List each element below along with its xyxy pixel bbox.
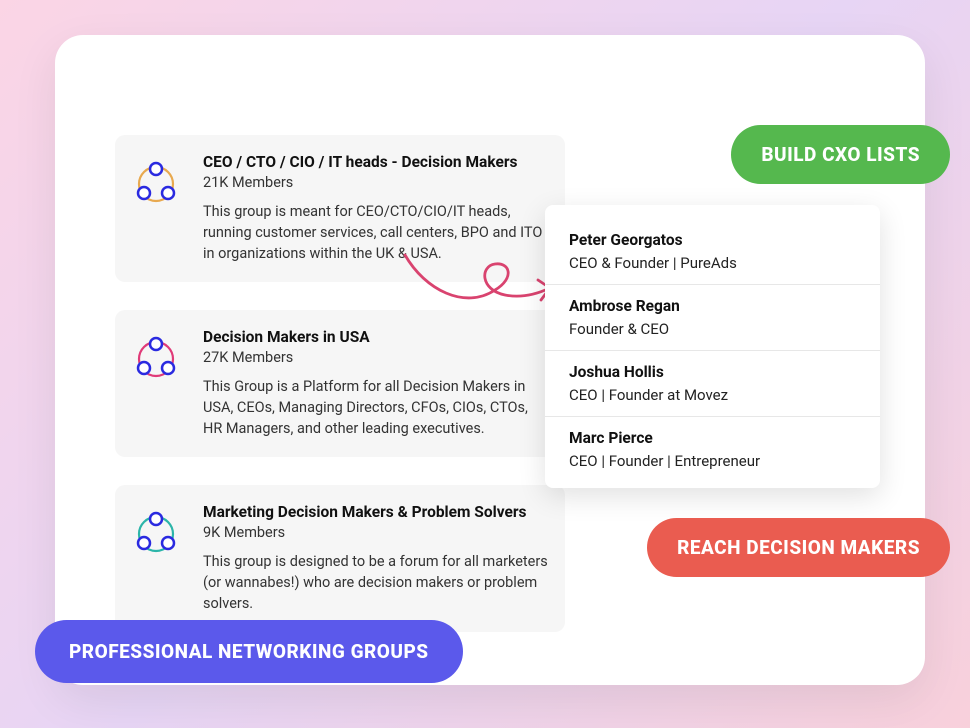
group-icon bbox=[131, 332, 181, 382]
group-item[interactable]: CEO / CTO / CIO / IT heads - Decision Ma… bbox=[115, 135, 565, 282]
person-item[interactable]: Marc Pierce CEO | Founder | Entrepreneur bbox=[545, 417, 880, 482]
group-title: Marketing Decision Makers & Problem Solv… bbox=[203, 503, 549, 521]
group-description: This group is designed to be a forum for… bbox=[203, 551, 549, 614]
group-icon bbox=[131, 157, 181, 207]
groups-list: CEO / CTO / CIO / IT heads - Decision Ma… bbox=[115, 135, 565, 632]
person-name: Peter Georgatos bbox=[569, 231, 856, 249]
group-text: CEO / CTO / CIO / IT heads - Decision Ma… bbox=[203, 153, 549, 264]
people-panel: Peter Georgatos CEO & Founder | PureAds … bbox=[545, 205, 880, 488]
person-title: CEO | Founder at Movez bbox=[569, 386, 856, 404]
person-item[interactable]: Joshua Hollis CEO | Founder at Movez bbox=[545, 351, 880, 417]
person-name: Joshua Hollis bbox=[569, 363, 856, 381]
group-item[interactable]: Marketing Decision Makers & Problem Solv… bbox=[115, 485, 565, 632]
build-cxo-button[interactable]: BUILD CXO LISTS bbox=[731, 125, 950, 184]
group-description: This group is meant for CEO/CTO/CIO/IT h… bbox=[203, 201, 549, 264]
networking-groups-label[interactable]: PROFESSIONAL NETWORKING GROUPS bbox=[35, 620, 463, 683]
person-item[interactable]: Peter Georgatos CEO & Founder | PureAds bbox=[545, 219, 880, 285]
group-members: 27K Members bbox=[203, 349, 549, 366]
group-title: CEO / CTO / CIO / IT heads - Decision Ma… bbox=[203, 153, 549, 171]
person-title: Founder & CEO bbox=[569, 320, 856, 338]
group-members: 21K Members bbox=[203, 174, 549, 191]
group-item[interactable]: Decision Makers in USA 27K Members This … bbox=[115, 310, 565, 457]
reach-decision-button[interactable]: REACH DECISION MAKERS bbox=[647, 518, 950, 577]
group-text: Marketing Decision Makers & Problem Solv… bbox=[203, 503, 549, 614]
person-name: Marc Pierce bbox=[569, 429, 856, 447]
group-icon bbox=[131, 507, 181, 557]
group-text: Decision Makers in USA 27K Members This … bbox=[203, 328, 549, 439]
group-title: Decision Makers in USA bbox=[203, 328, 549, 346]
person-title: CEO | Founder | Entrepreneur bbox=[569, 452, 856, 470]
person-title: CEO & Founder | PureAds bbox=[569, 254, 856, 272]
group-description: This Group is a Platform for all Decisio… bbox=[203, 376, 549, 439]
group-members: 9K Members bbox=[203, 524, 549, 541]
person-name: Ambrose Regan bbox=[569, 297, 856, 315]
person-item[interactable]: Ambrose Regan Founder & CEO bbox=[545, 285, 880, 351]
